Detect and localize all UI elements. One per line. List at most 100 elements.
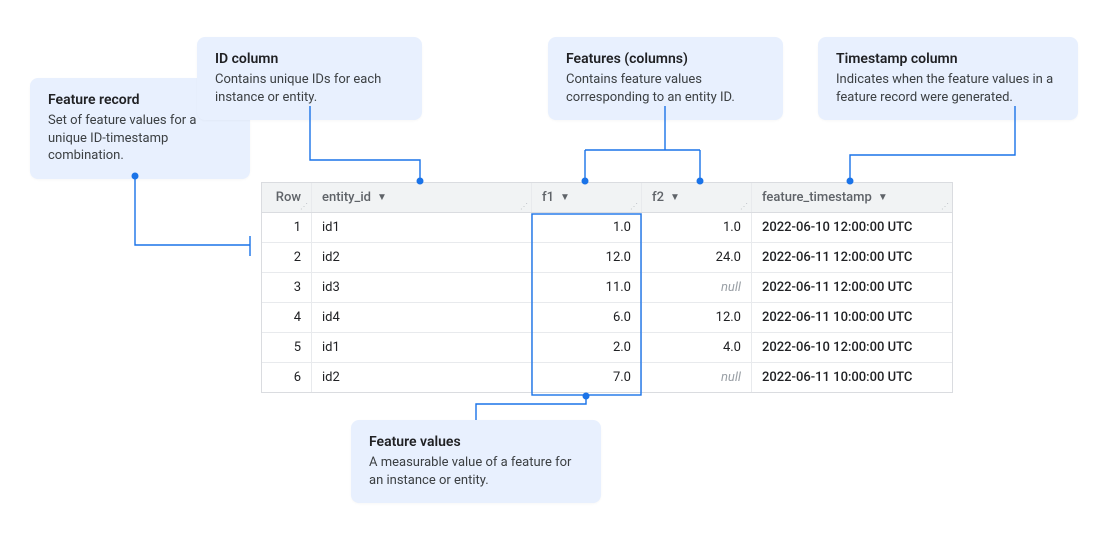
- cell-f1-value: 6.0: [613, 310, 631, 325]
- cell-timestamp-value: 2022-06-10 12:00:00 UTC: [762, 220, 912, 235]
- dropdown-icon: ▼: [560, 192, 570, 203]
- cell-row-number-value: 5: [294, 340, 301, 355]
- cell-entity-id-value: id2: [322, 370, 340, 385]
- table-row: 3 id3 11.0 null 2022-06-11 12:00:00 UTC: [262, 273, 952, 303]
- resize-handle-icon[interactable]: ⋰: [520, 204, 528, 210]
- cell-entity-id-value: id4: [322, 310, 340, 325]
- dropdown-icon: ▼: [878, 192, 888, 203]
- cell-entity-id-value: id1: [322, 340, 340, 355]
- cell-f1-value: 7.0: [613, 370, 631, 385]
- cell-row-number-value: 4: [294, 310, 301, 325]
- cell-timestamp-value: 2022-06-10 12:00:00 UTC: [762, 340, 912, 355]
- cell-f2: null: [642, 273, 752, 302]
- cell-f1: 11.0: [532, 273, 642, 302]
- resize-handle-icon[interactable]: ⋰: [300, 204, 308, 210]
- data-table: Row ⋰ entity_id ▼ ⋰ f1 ▼ ⋰ f2 ▼ ⋰ featur…: [261, 182, 953, 393]
- resize-handle-icon[interactable]: ⋰: [941, 204, 949, 210]
- callout-title: Timestamp column: [836, 51, 1060, 67]
- cell-f1: 6.0: [532, 303, 642, 332]
- table-row: 1 id1 1.0 1.0 2022-06-10 12:00:00 UTC: [262, 213, 952, 243]
- callout-body: Contains feature values corresponding to…: [566, 71, 765, 106]
- cell-timestamp-value: 2022-06-11 12:00:00 UTC: [762, 280, 912, 295]
- diagram-stage: Feature record Set of feature values for…: [0, 0, 1110, 542]
- callout-timestamp-column: Timestamp column Indicates when the feat…: [818, 37, 1078, 120]
- cell-entity-id: id3: [312, 273, 532, 302]
- callout-id-column: ID column Contains unique IDs for each i…: [197, 37, 422, 120]
- cell-row-number-value: 1: [294, 220, 301, 235]
- cell-entity-id: id2: [312, 243, 532, 272]
- cell-row-number: 4: [262, 303, 312, 332]
- table-row: 6 id2 7.0 null 2022-06-11 10:00:00 UTC: [262, 363, 952, 392]
- callout-body: Contains unique IDs for each instance or…: [215, 71, 404, 106]
- cell-row-number: 6: [262, 363, 312, 392]
- cell-entity-id-value: id2: [322, 250, 340, 265]
- callout-features-columns: Features (columns) Contains feature valu…: [548, 37, 783, 120]
- header-label: entity_id: [322, 190, 371, 205]
- table-row: 5 id1 2.0 4.0 2022-06-10 12:00:00 UTC: [262, 333, 952, 363]
- cell-f2-value: 4.0: [723, 340, 741, 355]
- column-header-f1[interactable]: f1 ▼ ⋰: [532, 183, 642, 212]
- cell-f1: 1.0: [532, 213, 642, 242]
- cell-timestamp: 2022-06-10 12:00:00 UTC: [752, 213, 952, 242]
- cell-row-number: 1: [262, 213, 312, 242]
- cell-f1: 12.0: [532, 243, 642, 272]
- cell-entity-id: id2: [312, 363, 532, 392]
- cell-entity-id-value: id3: [322, 280, 340, 295]
- cell-row-number: 5: [262, 333, 312, 362]
- cell-f2-value: 24.0: [716, 250, 741, 265]
- cell-timestamp: 2022-06-11 10:00:00 UTC: [752, 363, 952, 392]
- table-header-row: Row ⋰ entity_id ▼ ⋰ f1 ▼ ⋰ f2 ▼ ⋰ featur…: [262, 183, 952, 213]
- callout-title: ID column: [215, 51, 404, 67]
- table-row: 4 id4 6.0 12.0 2022-06-11 10:00:00 UTC: [262, 303, 952, 333]
- cell-row-number-value: 3: [294, 280, 301, 295]
- cell-f2-value: null: [721, 280, 741, 295]
- table-row: 2 id2 12.0 24.0 2022-06-11 12:00:00 UTC: [262, 243, 952, 273]
- cell-entity-id: id1: [312, 213, 532, 242]
- cell-f2: 12.0: [642, 303, 752, 332]
- header-label: feature_timestamp: [762, 190, 872, 205]
- cell-timestamp: 2022-06-11 12:00:00 UTC: [752, 243, 952, 272]
- cell-timestamp-value: 2022-06-11 10:00:00 UTC: [762, 370, 912, 385]
- column-header-row[interactable]: Row ⋰: [262, 183, 312, 212]
- column-header-feature-timestamp[interactable]: feature_timestamp ▼ ⋰: [752, 183, 952, 212]
- column-header-f2[interactable]: f2 ▼ ⋰: [642, 183, 752, 212]
- cell-f1-value: 1.0: [613, 220, 631, 235]
- resize-handle-icon[interactable]: ⋰: [740, 204, 748, 210]
- cell-timestamp: 2022-06-10 12:00:00 UTC: [752, 333, 952, 362]
- cell-f1: 2.0: [532, 333, 642, 362]
- cell-entity-id: id4: [312, 303, 532, 332]
- cell-f2-value: 1.0: [723, 220, 741, 235]
- cell-entity-id-value: id1: [322, 220, 340, 235]
- cell-f1-value: 11.0: [606, 280, 631, 295]
- cell-f1: 7.0: [532, 363, 642, 392]
- callout-feature-values: Feature values A measurable value of a f…: [351, 420, 601, 503]
- cell-f1-value: 2.0: [613, 340, 631, 355]
- cell-f2: 1.0: [642, 213, 752, 242]
- cell-f1-value: 12.0: [606, 250, 631, 265]
- cell-entity-id: id1: [312, 333, 532, 362]
- dropdown-icon: ▼: [670, 192, 680, 203]
- cell-f2: null: [642, 363, 752, 392]
- callout-body: Indicates when the feature values in a f…: [836, 71, 1060, 106]
- resize-handle-icon[interactable]: ⋰: [630, 204, 638, 210]
- cell-timestamp-value: 2022-06-11 10:00:00 UTC: [762, 310, 912, 325]
- cell-f2: 24.0: [642, 243, 752, 272]
- callout-body: A measurable value of a feature for an i…: [369, 454, 583, 489]
- cell-row-number-value: 6: [294, 370, 301, 385]
- column-header-entity-id[interactable]: entity_id ▼ ⋰: [312, 183, 532, 212]
- cell-f2: 4.0: [642, 333, 752, 362]
- header-label: f1: [542, 190, 554, 205]
- cell-f2-value: 12.0: [716, 310, 741, 325]
- cell-row-number: 2: [262, 243, 312, 272]
- cell-timestamp: 2022-06-11 10:00:00 UTC: [752, 303, 952, 332]
- dropdown-icon: ▼: [377, 192, 387, 203]
- header-label: f2: [652, 190, 664, 205]
- cell-row-number: 3: [262, 273, 312, 302]
- table-body: 1 id1 1.0 1.0 2022-06-10 12:00:00 UTC 2 id2 12.…: [262, 213, 952, 392]
- header-label: Row: [276, 190, 301, 205]
- cell-timestamp: 2022-06-11 12:00:00 UTC: [752, 273, 952, 302]
- callout-title: Features (columns): [566, 51, 765, 67]
- cell-f2-value: null: [721, 370, 741, 385]
- cell-row-number-value: 2: [294, 250, 301, 265]
- callout-title: Feature values: [369, 434, 583, 450]
